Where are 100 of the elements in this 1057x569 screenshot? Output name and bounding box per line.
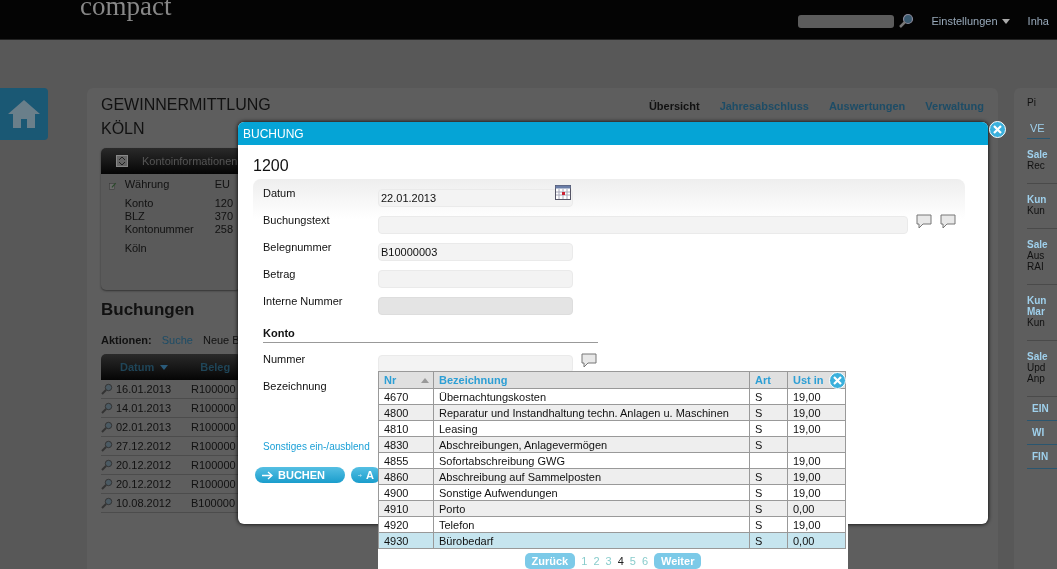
caret-icon [1001, 18, 1010, 24]
table-cell: Abschreibung auf Sammelposten [439, 470, 602, 483]
column-header[interactable]: Nr [378, 371, 434, 389]
field-value: EU [214, 178, 230, 191]
sidebar-text: RAI [1027, 261, 1045, 272]
table-cell: 4800 [384, 406, 409, 419]
table-cell: 4920 [384, 518, 409, 531]
table-cell: Reparatur und Instandhaltung techn. Anlagen u. Maschinen [439, 406, 729, 419]
sidebar-link[interactable]: Kun [1027, 194, 1057, 205]
toggle-link[interactable]: Sonstiges ein-/ausblend [263, 441, 370, 452]
table-cell: S [755, 406, 763, 419]
search-field[interactable] [797, 14, 894, 28]
sidebar-link[interactable]: Sale [1027, 239, 1057, 250]
sidebar-link[interactable]: WI [1027, 421, 1057, 445]
sidebar-link[interactable]: FIN [1027, 445, 1057, 469]
comment-icon[interactable] [916, 214, 932, 229]
table-cell: 19,00 [793, 486, 821, 499]
table-cell: R100000 [191, 383, 236, 395]
field-label: BLZ [124, 210, 146, 223]
menu-item[interactable]: Inha [1027, 15, 1049, 27]
section-heading: Konto [263, 327, 598, 343]
column-header[interactable]: Bezeichnung [433, 371, 750, 389]
nav-tab[interactable]: Übersicht [648, 100, 700, 112]
table-cell: S [755, 422, 763, 435]
field-label: Kontonummer [124, 223, 195, 236]
table-cell: 19,00 [793, 470, 821, 483]
table-cell-text: 02.01.2013 [116, 421, 173, 433]
table-cell: 0,00 [793, 534, 815, 547]
calendar-icon[interactable] [555, 185, 571, 200]
table-cell: 4830 [384, 438, 409, 451]
sidebar-text: Kun [1027, 317, 1046, 328]
sidebar-title: Pi [1027, 97, 1037, 108]
sidebar-text: Kun [1027, 205, 1046, 216]
table-cell: Porto [439, 502, 466, 515]
sidebar-heading[interactable]: VE [1027, 122, 1050, 139]
table-cell: Übernachtungskosten [439, 390, 546, 403]
sidebar-text: Rec [1027, 160, 1046, 171]
page-title: GEWINNERMITTLUNG [101, 96, 271, 114]
table-cell: Abschreibungen, Anlagevermögen [439, 438, 608, 451]
input-field[interactable]: B10000003 [378, 243, 573, 261]
table-cell: 4860 [384, 470, 409, 483]
home-button[interactable] [0, 88, 48, 140]
section-title: Buchungen [101, 300, 195, 320]
table-cell: Sofortabschreibung GWG [439, 454, 565, 467]
field-label: Währung [124, 178, 171, 191]
table-cell: 19,00 [793, 390, 821, 403]
home-icon [7, 99, 41, 129]
page-link[interactable]: 4 [617, 555, 624, 567]
field-value: 120 [214, 197, 233, 210]
sidebar-link[interactable]: Kun [1027, 295, 1057, 306]
table-cell: 19,00 [793, 518, 821, 531]
table-cell: S [755, 534, 763, 547]
comment-icon[interactable] [940, 214, 956, 229]
table-cell-text: 10.08.2012 [116, 497, 173, 509]
table-cell: 4900 [384, 486, 409, 499]
table-cell: 4910 [384, 502, 409, 515]
sidebar-text: Anp [1027, 373, 1046, 384]
field-label: Interne Nummer [263, 295, 344, 307]
table-cell-text: 20.12.2012 [116, 459, 173, 471]
table-cell: S [755, 486, 763, 499]
sort-icon [160, 364, 169, 370]
search-icon[interactable] [897, 13, 914, 29]
collapse-icon[interactable] [116, 155, 128, 167]
table-cell: R100000 [191, 459, 236, 471]
table-cell: R100000 [191, 478, 236, 490]
table-cell: 4670 [384, 390, 409, 403]
sidebar-link[interactable]: Sale [1027, 351, 1057, 362]
table-cell: S [755, 470, 763, 483]
menu-item[interactable]: Einstellungen [931, 15, 1010, 27]
sidebar-link[interactable]: Sale [1027, 149, 1057, 160]
table-cell: 19,00 [793, 454, 821, 467]
table-cell: 4855 [384, 454, 409, 467]
field-label: Belegnummer [263, 241, 333, 253]
table-cell: S [755, 518, 763, 531]
sidebar-link[interactable]: EIN [1027, 397, 1057, 421]
comment-icon[interactable] [581, 353, 597, 368]
field-label: Betrag [263, 268, 297, 280]
table-cell: S [755, 390, 763, 403]
column-header[interactable]: Art [749, 371, 788, 389]
bank-title: KÖLN [101, 120, 145, 138]
close-icon[interactable] [989, 121, 1006, 138]
table-cell: 19,00 [793, 422, 821, 435]
submit-button[interactable]: BUCHEN [255, 467, 345, 483]
panel-title: Kontoinformationen [142, 155, 238, 167]
sidebar-link[interactable]: Mar [1027, 306, 1057, 317]
table-cell: 0,00 [793, 502, 815, 515]
table-cell: S [755, 502, 763, 515]
table-cell: Sonstige Aufwendungen [439, 486, 558, 499]
submit-button[interactable]: A [351, 467, 381, 483]
sidebar-text: Upd [1027, 362, 1047, 373]
table-cell-text: 16.01.2013 [116, 383, 173, 395]
arrow-icon [262, 470, 274, 480]
table-cell: B100000 [191, 497, 236, 509]
sidebar-text: Aus [1027, 250, 1046, 261]
table-cell: Telefon [439, 518, 475, 531]
table-cell: 19,00 [793, 406, 821, 419]
dialog-heading: 1200 [253, 157, 289, 175]
date-field[interactable]: 22.01.2013 [378, 189, 573, 207]
table-cell-text: 14.01.2013 [116, 402, 173, 414]
city-text: Köln [124, 242, 147, 255]
